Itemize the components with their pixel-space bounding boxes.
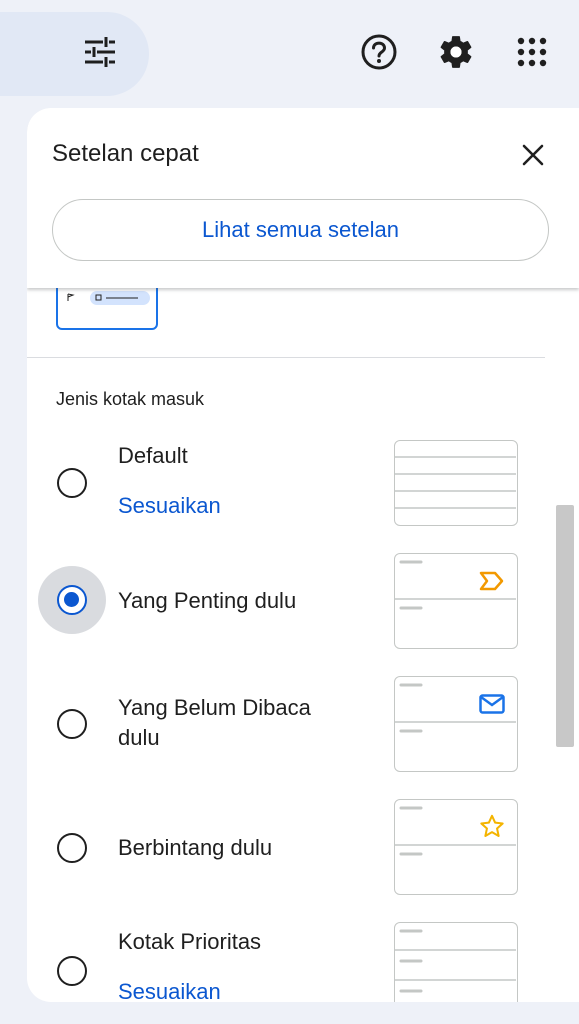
radio-priority[interactable] <box>57 956 87 986</box>
inbox-option-default[interactable]: Default Sesuaikan <box>27 438 579 538</box>
inbox-option-priority[interactable]: Kotak Prioritas Sesuaikan <box>27 922 579 1002</box>
option-label: Default <box>118 443 188 468</box>
help-button[interactable] <box>358 31 400 73</box>
unread-first-preview <box>394 676 518 772</box>
radio-important-first[interactable] <box>57 585 87 615</box>
radio-unread-first[interactable] <box>57 709 87 739</box>
quick-settings-header: Setelan cepat Lihat semua setelan <box>27 108 579 288</box>
option-label: Yang Belum Dibaca dulu <box>118 695 311 750</box>
inbox-option-starred-first[interactable]: Berbintang dulu <box>27 799 579 899</box>
option-label: Berbintang dulu <box>118 835 273 860</box>
priority-preview <box>394 922 518 1002</box>
panel-title: Setelan cepat <box>52 140 199 167</box>
customize-link[interactable]: Sesuaikan <box>118 979 221 1002</box>
option-label: Yang Penting dulu <box>118 588 297 613</box>
radio-starred-first[interactable] <box>57 833 87 863</box>
unread-first-preview-lines <box>395 683 516 733</box>
apps-grid-icon <box>517 37 547 67</box>
option-label: Kotak Prioritas <box>118 929 262 954</box>
important-marker-icon <box>479 571 504 591</box>
search-bar-edge[interactable] <box>0 12 149 96</box>
important-first-preview <box>394 553 518 649</box>
close-icon <box>522 144 544 166</box>
mail-icon <box>479 694 505 714</box>
see-all-settings-button[interactable]: Lihat semua setelan <box>52 199 549 261</box>
search-options-button[interactable] <box>78 30 122 74</box>
scrollbar-thumb[interactable] <box>556 505 574 747</box>
google-apps-button[interactable] <box>511 31 553 73</box>
inbox-type-heading: Jenis kotak masuk <box>56 389 205 409</box>
top-bar <box>0 0 579 108</box>
tune-icon <box>85 37 115 67</box>
starred-first-preview <box>394 799 518 895</box>
radio-default[interactable] <box>57 468 87 498</box>
inbox-option-unread-first[interactable]: Yang Belum Dibaca dulu <box>27 676 579 776</box>
inbox-option-important-first[interactable]: Yang Penting dulu <box>27 553 579 653</box>
important-first-preview-lines <box>395 560 516 610</box>
settings-gear-icon <box>440 36 472 68</box>
customize-link[interactable]: Sesuaikan <box>118 493 221 519</box>
default-preview-lines <box>395 456 516 509</box>
help-icon <box>361 34 397 70</box>
default-preview <box>394 440 518 526</box>
quick-settings-panel: Jenis kotak masuk Default Sesuaikan Yang… <box>27 108 579 1002</box>
priority-preview-lines <box>395 929 516 993</box>
star-icon <box>480 814 504 837</box>
settings-button[interactable] <box>435 31 477 73</box>
section-divider <box>27 357 545 358</box>
close-button[interactable] <box>516 138 550 172</box>
